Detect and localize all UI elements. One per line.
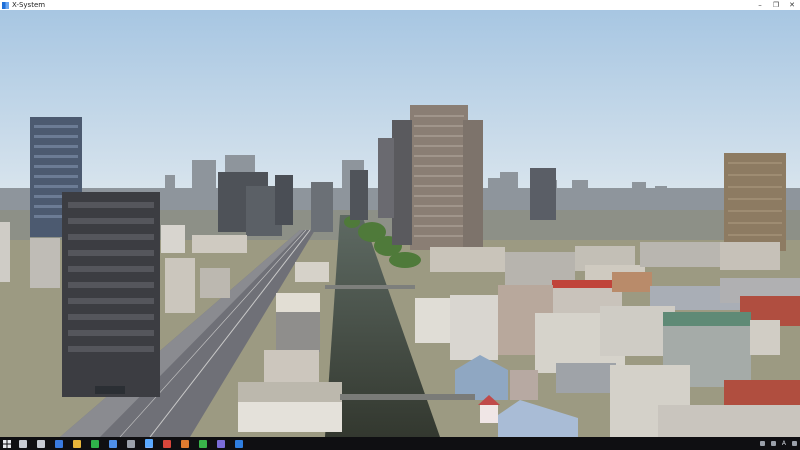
bridge-near — [340, 394, 475, 400]
close-button[interactable]: ✕ — [784, 0, 800, 10]
notification-icon[interactable] — [792, 441, 797, 446]
file-explorer-icon[interactable] — [73, 439, 81, 448]
flight-sim-viewport[interactable] — [0, 10, 800, 437]
minimize-button[interactable]: – — [752, 0, 768, 10]
search-icon[interactable] — [19, 439, 27, 448]
media-app-icon[interactable] — [217, 439, 225, 448]
network-icon[interactable] — [759, 441, 765, 446]
xplane-icon[interactable] — [145, 439, 153, 448]
store-icon[interactable] — [109, 439, 117, 448]
chat-app-icon[interactable] — [199, 439, 207, 448]
orange-app-icon[interactable] — [181, 439, 189, 448]
highway-sign — [95, 386, 125, 394]
windows-logo-icon — [3, 439, 11, 448]
red-app-icon[interactable] — [163, 439, 171, 448]
app-icon — [2, 1, 9, 9]
green-app-icon[interactable] — [91, 439, 99, 448]
window-controls: – ❐ ✕ — [752, 0, 800, 10]
windows-start-icon[interactable] — [0, 437, 14, 450]
restore-button[interactable]: ❐ — [768, 0, 784, 10]
window-titlebar: X-System – ❐ ✕ — [0, 0, 800, 10]
ie-browser-icon[interactable] — [235, 439, 243, 448]
input-language[interactable]: A — [782, 437, 786, 450]
city-scene — [0, 10, 800, 437]
bridge-far — [325, 285, 415, 289]
task-view-icon[interactable] — [37, 439, 45, 448]
settings-icon[interactable] — [127, 439, 135, 448]
volume-icon[interactable] — [770, 441, 776, 446]
system-tray: A — [757, 437, 800, 450]
tan-tower-right — [724, 153, 786, 251]
edge-browser-icon[interactable] — [55, 439, 63, 448]
windows-taskbar: A — [0, 437, 800, 450]
window-title: X-System — [12, 1, 46, 9]
